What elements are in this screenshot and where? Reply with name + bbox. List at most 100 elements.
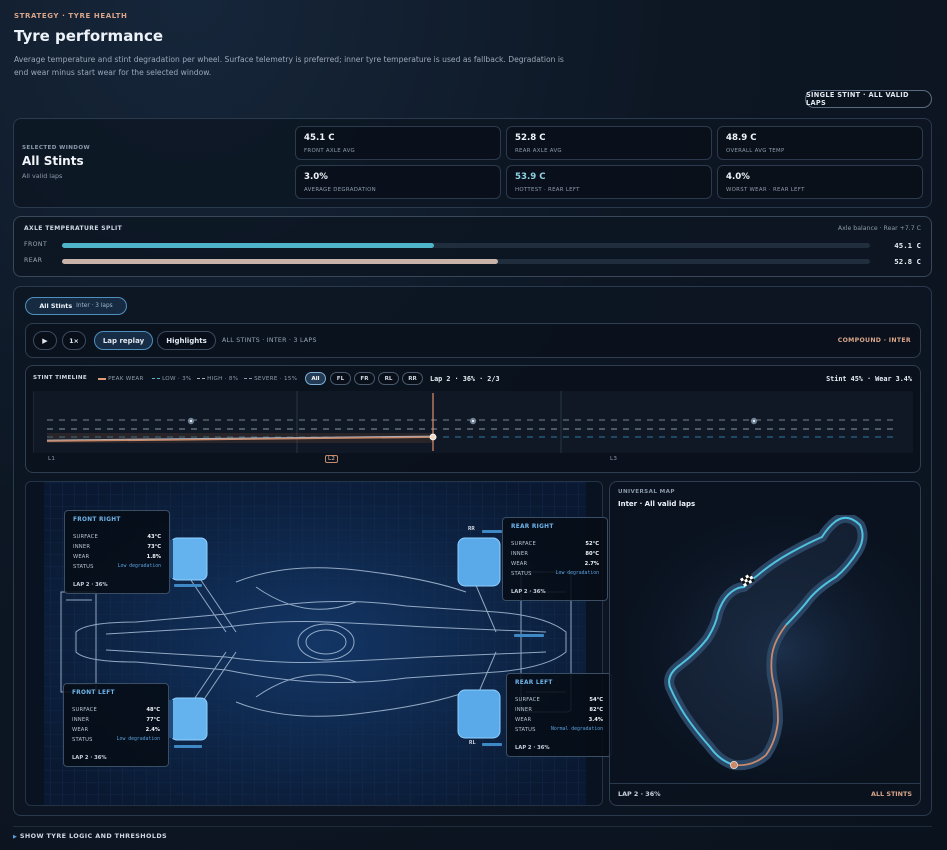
filter-rr[interactable]: RR [402, 372, 423, 385]
wheel-card-lap: LAP 2 · 36% [72, 755, 107, 761]
selected-window-value: All Stints [22, 154, 84, 168]
surface-value: 54°C [589, 696, 603, 703]
stat-label: REAR AXLE AVG [515, 148, 562, 154]
stat-hottest: 53.9 C HOTTEST · REAR LEFT [506, 165, 712, 199]
wheel-card-front-left[interactable]: FRONT LEFT SURFACE 48°C INNER 77°C WEAR 2.4… [63, 683, 169, 767]
lap-replay-button[interactable]: Lap replay [94, 331, 153, 350]
event-marker[interactable] [187, 417, 195, 425]
event-marker[interactable] [750, 417, 758, 425]
page-eyebrow: STRATEGY · TYRE HEALTH [14, 12, 128, 20]
wheel-card-title: REAR LEFT [515, 680, 553, 686]
stat-rear-axle: 52.8 C REAR AXLE AVG [506, 126, 712, 160]
legend-label: SEVERE · 15% [254, 376, 298, 382]
event-marker[interactable] [469, 417, 477, 425]
filter-fr[interactable]: FR [354, 372, 375, 385]
inner-label: INNER [511, 550, 529, 557]
window-mode-button[interactable]: SINGLE STINT · ALL VALID LAPS [805, 90, 932, 108]
page-title: Tyre performance [14, 27, 164, 45]
front-axle-value: 45.1 C [894, 241, 921, 250]
front-axle-track [62, 243, 870, 248]
stat-value: 52.8 C [515, 133, 546, 143]
lap-readout: Lap 2 · 36% · 2/3 [430, 375, 500, 383]
status-label: STATUS [72, 736, 93, 743]
wheel-card-rear-left[interactable]: REAR LEFT SURFACE 54°C INNER 82°C WEAR 3.4%… [506, 673, 612, 757]
axle-split-title: AXLE TEMPERATURE SPLIT [24, 225, 123, 232]
wear-value: 2.7% [584, 560, 599, 567]
tyre-logic-toggle[interactable]: ▶ SHOW TYRE LOGIC AND THRESHOLDS [13, 832, 167, 840]
rear-axle-fill [62, 259, 499, 264]
legend-high: HIGH · 8% [197, 376, 238, 382]
filter-fl[interactable]: FL [330, 372, 351, 385]
wheel-card-rear-right[interactable]: REAR RIGHT SURFACE 52°C INNER 80°C WEAR 2.7… [502, 517, 608, 601]
status-row: STATUS Low degradation [511, 569, 599, 578]
status-label: STATUS [511, 570, 532, 577]
surface-row: SURFACE 54°C [515, 695, 603, 704]
rear-axle-label: REAR [24, 257, 43, 264]
rear-axle-value: 52.8 C [894, 257, 921, 266]
surface-row: SURFACE 52°C [511, 539, 599, 548]
map-title: Inter · All valid laps [618, 500, 696, 508]
severe-swatch [244, 378, 252, 379]
inner-value: 77°C [146, 716, 160, 723]
highlights-button[interactable]: Highlights [157, 331, 216, 350]
stat-worst-wear: 4.0% WORST WEAR · REAR LEFT [717, 165, 923, 199]
timeline-track[interactable] [33, 391, 913, 453]
surface-label: SURFACE [73, 533, 98, 540]
wheel-card-title: REAR RIGHT [511, 524, 554, 530]
play-button[interactable]: ▶ [33, 331, 57, 350]
timeline-title: STINT TIMELINE [33, 375, 88, 381]
wheel-card-lap: LAP 2 · 36% [515, 745, 550, 751]
speed-button[interactable]: 1× [62, 331, 86, 350]
car-position-marker[interactable] [730, 760, 739, 769]
wear-value: 1.8% [146, 553, 161, 560]
stat-value: 53.9 C [515, 172, 546, 182]
surface-label: SURFACE [511, 540, 536, 547]
surface-label: SURFACE [72, 706, 97, 713]
legend-severe: SEVERE · 15% [244, 376, 297, 382]
filter-all[interactable]: All [305, 372, 326, 385]
track-map[interactable] [610, 515, 920, 783]
inner-value: 80°C [585, 550, 599, 557]
low-swatch [152, 378, 160, 379]
stat-label: WORST WEAR · REAR LEFT [726, 187, 805, 193]
lap-label-3: L3 [610, 456, 618, 462]
inner-row: INNER 80°C [511, 549, 599, 558]
stat-value: 4.0% [726, 172, 750, 182]
wear-label: WEAR [511, 560, 528, 567]
tyre-front-left[interactable] [170, 697, 208, 741]
stint-chip-name: All Stints [39, 302, 73, 310]
front-axle-label: FRONT [24, 241, 48, 248]
map-eyebrow: UNIVERSAL MAP [618, 489, 675, 495]
tyre-front-right[interactable] [170, 537, 208, 581]
replay-info: ALL STINTS · INTER · 3 LAPS [222, 337, 317, 344]
tyre-indicator [514, 634, 544, 637]
wear-value: 3.4% [588, 716, 603, 723]
peak-wear-swatch [98, 377, 106, 380]
rl-tag: RL [469, 740, 476, 746]
wheel-card-front-right[interactable]: FRONT RIGHT SURFACE 43°C INNER 73°C WEAR 1.… [64, 510, 170, 594]
rr-tag: RR [468, 526, 475, 532]
tyre-indicator [482, 530, 502, 533]
map-lap-label: LAP 2 · 36% [618, 790, 661, 798]
wear-row: WEAR 3.4% [515, 715, 603, 724]
lap-label-1: L1 [48, 456, 56, 462]
front-axle-fill [62, 243, 434, 248]
tyre-rear-right[interactable] [457, 537, 501, 587]
disclosure-triangle-icon: ▶ [13, 834, 18, 840]
inner-row: INNER 73°C [73, 542, 161, 551]
page-description: Average temperature and stint degradatio… [14, 55, 564, 77]
playhead-marker [429, 433, 437, 441]
stint-readout: Stint 45% · Wear 3.4% [826, 375, 912, 383]
lap-label-2: L2 [325, 455, 339, 463]
filter-rl[interactable]: RL [378, 372, 399, 385]
axle-balance: Axle balance · Rear +7.7 C [837, 225, 921, 232]
stat-label: HOTTEST · REAR LEFT [515, 187, 580, 193]
tyre-rear-left[interactable] [457, 689, 501, 739]
rear-axle-track [62, 259, 870, 264]
stint-chip[interactable]: All Stints Inter · 3 laps [25, 297, 127, 315]
wear-row: WEAR 2.7% [511, 559, 599, 568]
wheel-card-lap: LAP 2 · 36% [511, 589, 546, 595]
surface-value: 48°C [146, 706, 160, 713]
inner-row: INNER 77°C [72, 715, 160, 724]
stat-value: 45.1 C [304, 133, 335, 143]
